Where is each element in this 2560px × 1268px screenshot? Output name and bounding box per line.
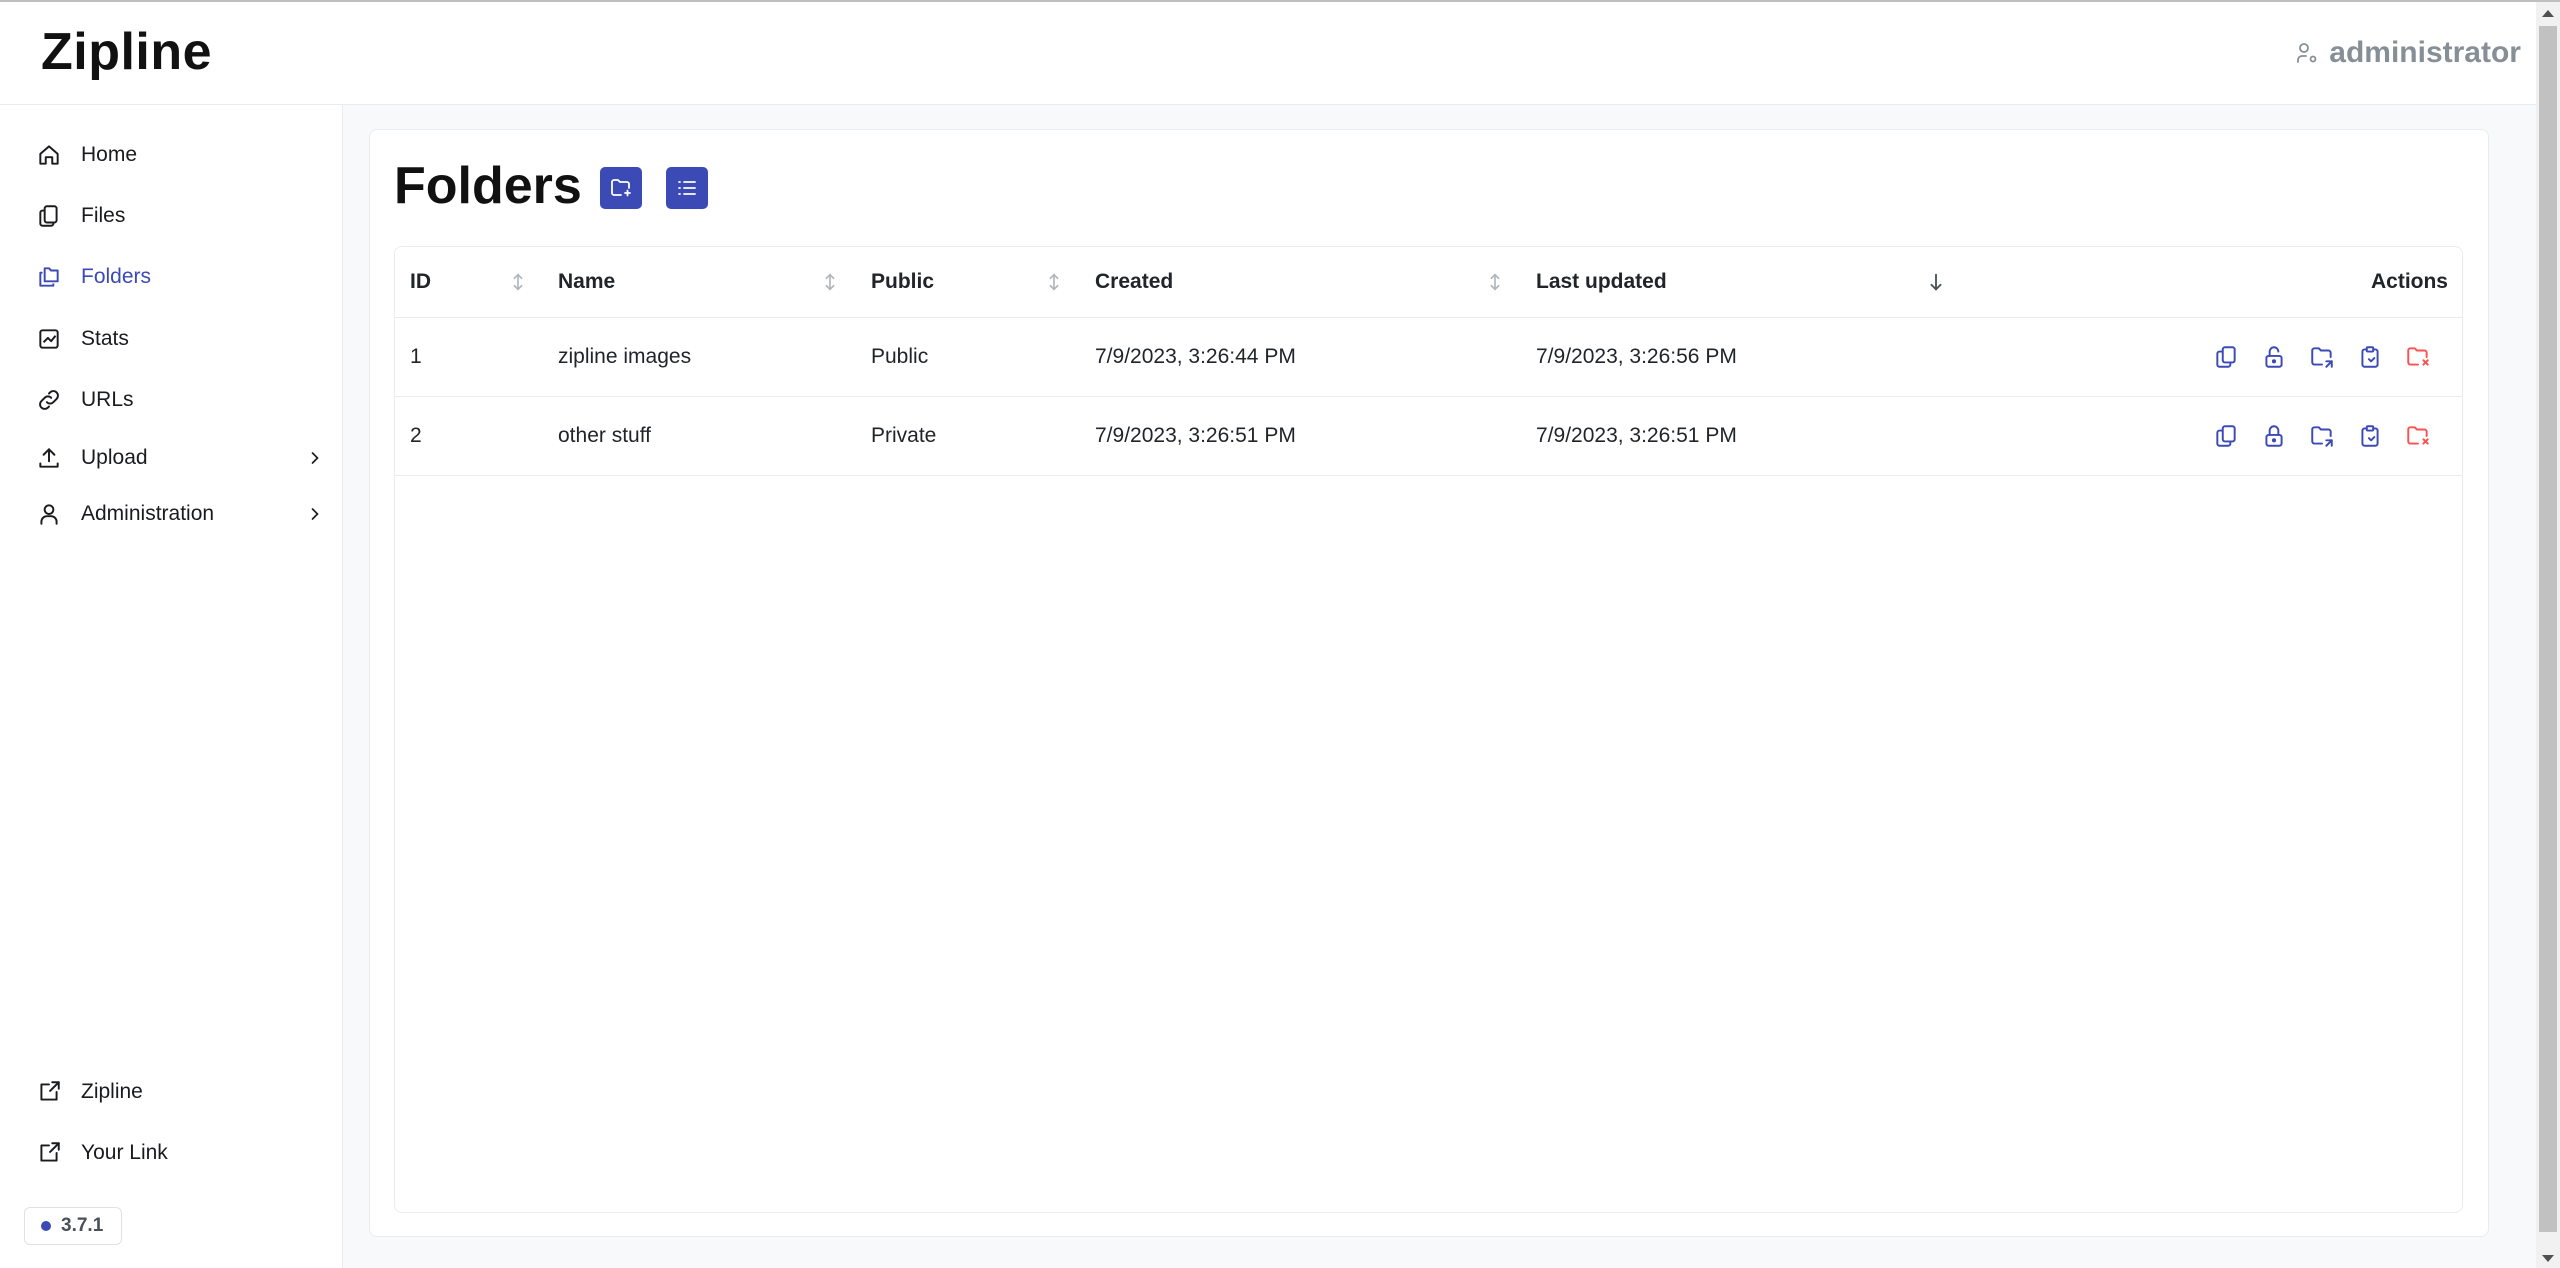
sidebar-item-label: URLs bbox=[81, 388, 134, 411]
copy-icon[interactable] bbox=[2213, 344, 2239, 370]
list-view-button[interactable] bbox=[666, 167, 708, 209]
lock-icon[interactable] bbox=[2261, 423, 2287, 449]
sidebar-link-label: Zipline bbox=[81, 1080, 143, 1103]
scroll-down-arrow-icon[interactable] bbox=[2542, 1255, 2554, 1262]
cell-name: zipline images bbox=[558, 345, 692, 368]
folder-share-icon[interactable] bbox=[2309, 423, 2335, 449]
cell-last-updated: 7/9/2023, 3:26:56 PM bbox=[1536, 345, 1737, 368]
list-icon bbox=[678, 181, 696, 195]
sidebar-item-administration[interactable]: Administration bbox=[0, 487, 343, 541]
sidebar-link-your-link[interactable]: Your Link bbox=[0, 1126, 343, 1180]
link-icon bbox=[39, 390, 59, 410]
scroll-up-arrow-icon[interactable] bbox=[2542, 10, 2554, 17]
cell-last-updated: 7/9/2023, 3:26:51 PM bbox=[1536, 424, 1737, 447]
folder-delete-icon[interactable] bbox=[2405, 344, 2431, 370]
app-logo[interactable]: Zipline bbox=[41, 22, 212, 82]
username: administrator bbox=[2329, 36, 2521, 69]
cell-name: other stuff bbox=[558, 424, 652, 447]
folder-share-icon[interactable] bbox=[2309, 344, 2335, 370]
external-link-icon bbox=[40, 1081, 60, 1101]
user-menu[interactable]: administrator bbox=[2295, 36, 2521, 70]
cell-created: 7/9/2023, 3:26:51 PM bbox=[1095, 424, 1296, 447]
cell-id: 1 bbox=[410, 345, 422, 368]
upload-icon bbox=[39, 448, 59, 468]
sort-icon[interactable] bbox=[1484, 269, 1506, 295]
cell-created: 7/9/2023, 3:26:44 PM bbox=[1095, 345, 1296, 368]
folders-table: ID Name Public Created Last updated Acti… bbox=[394, 246, 2463, 1213]
sidebar-item-label: Home bbox=[81, 143, 138, 166]
files-icon bbox=[39, 205, 58, 227]
column-header-actions: Actions bbox=[2370, 270, 2448, 293]
cell-public: Private bbox=[871, 424, 937, 447]
home-icon bbox=[39, 145, 59, 165]
sidebar-item-home[interactable]: Home bbox=[0, 128, 343, 182]
table-row: 2 other stuff Private 7/9/2023, 3:26:51 … bbox=[395, 397, 2462, 476]
cell-id: 2 bbox=[410, 424, 422, 447]
user-icon bbox=[40, 504, 58, 525]
sidebar-item-files[interactable]: Files bbox=[0, 189, 343, 243]
sidebar-item-stats[interactable]: Stats bbox=[0, 312, 343, 366]
folder-plus-icon bbox=[611, 179, 631, 197]
status-dot bbox=[41, 1221, 51, 1231]
sidebar-item-label: Folders bbox=[81, 265, 152, 288]
sidebar-item-label: Files bbox=[81, 204, 126, 227]
external-link-icon bbox=[40, 1142, 60, 1162]
sidebar-item-label: Administration bbox=[81, 502, 215, 525]
sort-icon[interactable] bbox=[819, 269, 841, 295]
column-header-public[interactable]: Public bbox=[871, 247, 934, 317]
copy-icon[interactable] bbox=[2213, 423, 2239, 449]
sort-icon[interactable] bbox=[507, 269, 529, 295]
chevron-right-icon bbox=[311, 452, 319, 464]
column-header-last-updated[interactable]: Last updated bbox=[1536, 247, 1667, 317]
sidebar-item-urls[interactable]: URLs bbox=[0, 373, 343, 427]
version-badge[interactable]: 3.7.1 bbox=[24, 1207, 123, 1245]
create-folder-button[interactable] bbox=[600, 167, 642, 209]
vertical-scrollbar[interactable] bbox=[2536, 2, 2560, 1268]
stats-icon bbox=[39, 329, 59, 349]
sidebar-link-label: Your Link bbox=[81, 1141, 168, 1164]
clipboard-icon[interactable] bbox=[2357, 423, 2383, 449]
sort-icon[interactable] bbox=[1043, 269, 1065, 295]
unlock-icon[interactable] bbox=[2261, 344, 2287, 370]
column-header-created[interactable]: Created bbox=[1095, 247, 1173, 317]
column-header-name[interactable]: Name bbox=[558, 247, 615, 317]
clipboard-icon[interactable] bbox=[2357, 344, 2383, 370]
sidebar-item-upload[interactable]: Upload bbox=[0, 431, 343, 485]
column-header-id[interactable]: ID bbox=[410, 247, 431, 317]
sort-descending-icon[interactable] bbox=[1925, 269, 1947, 295]
table-row: 1 zipline images Public 7/9/2023, 3:26:4… bbox=[395, 318, 2462, 397]
sidebar-link-zipline[interactable]: Zipline bbox=[0, 1065, 343, 1119]
folder-delete-icon[interactable] bbox=[2405, 423, 2431, 449]
page-title: Folders bbox=[394, 157, 582, 215]
sidebar-item-label: Stats bbox=[81, 327, 129, 350]
chevron-right-icon bbox=[311, 508, 319, 520]
sidebar-item-folders[interactable]: Folders bbox=[0, 250, 343, 304]
sidebar-item-label: Upload bbox=[81, 446, 148, 469]
scrollbar-thumb[interactable] bbox=[2539, 26, 2557, 1232]
user-settings-icon bbox=[2297, 43, 2317, 63]
version-label: 3.7.1 bbox=[61, 1215, 104, 1236]
app-header: Zipline administrator bbox=[0, 2, 2536, 105]
cell-public: Public bbox=[871, 345, 929, 368]
folders-icon bbox=[39, 267, 59, 287]
